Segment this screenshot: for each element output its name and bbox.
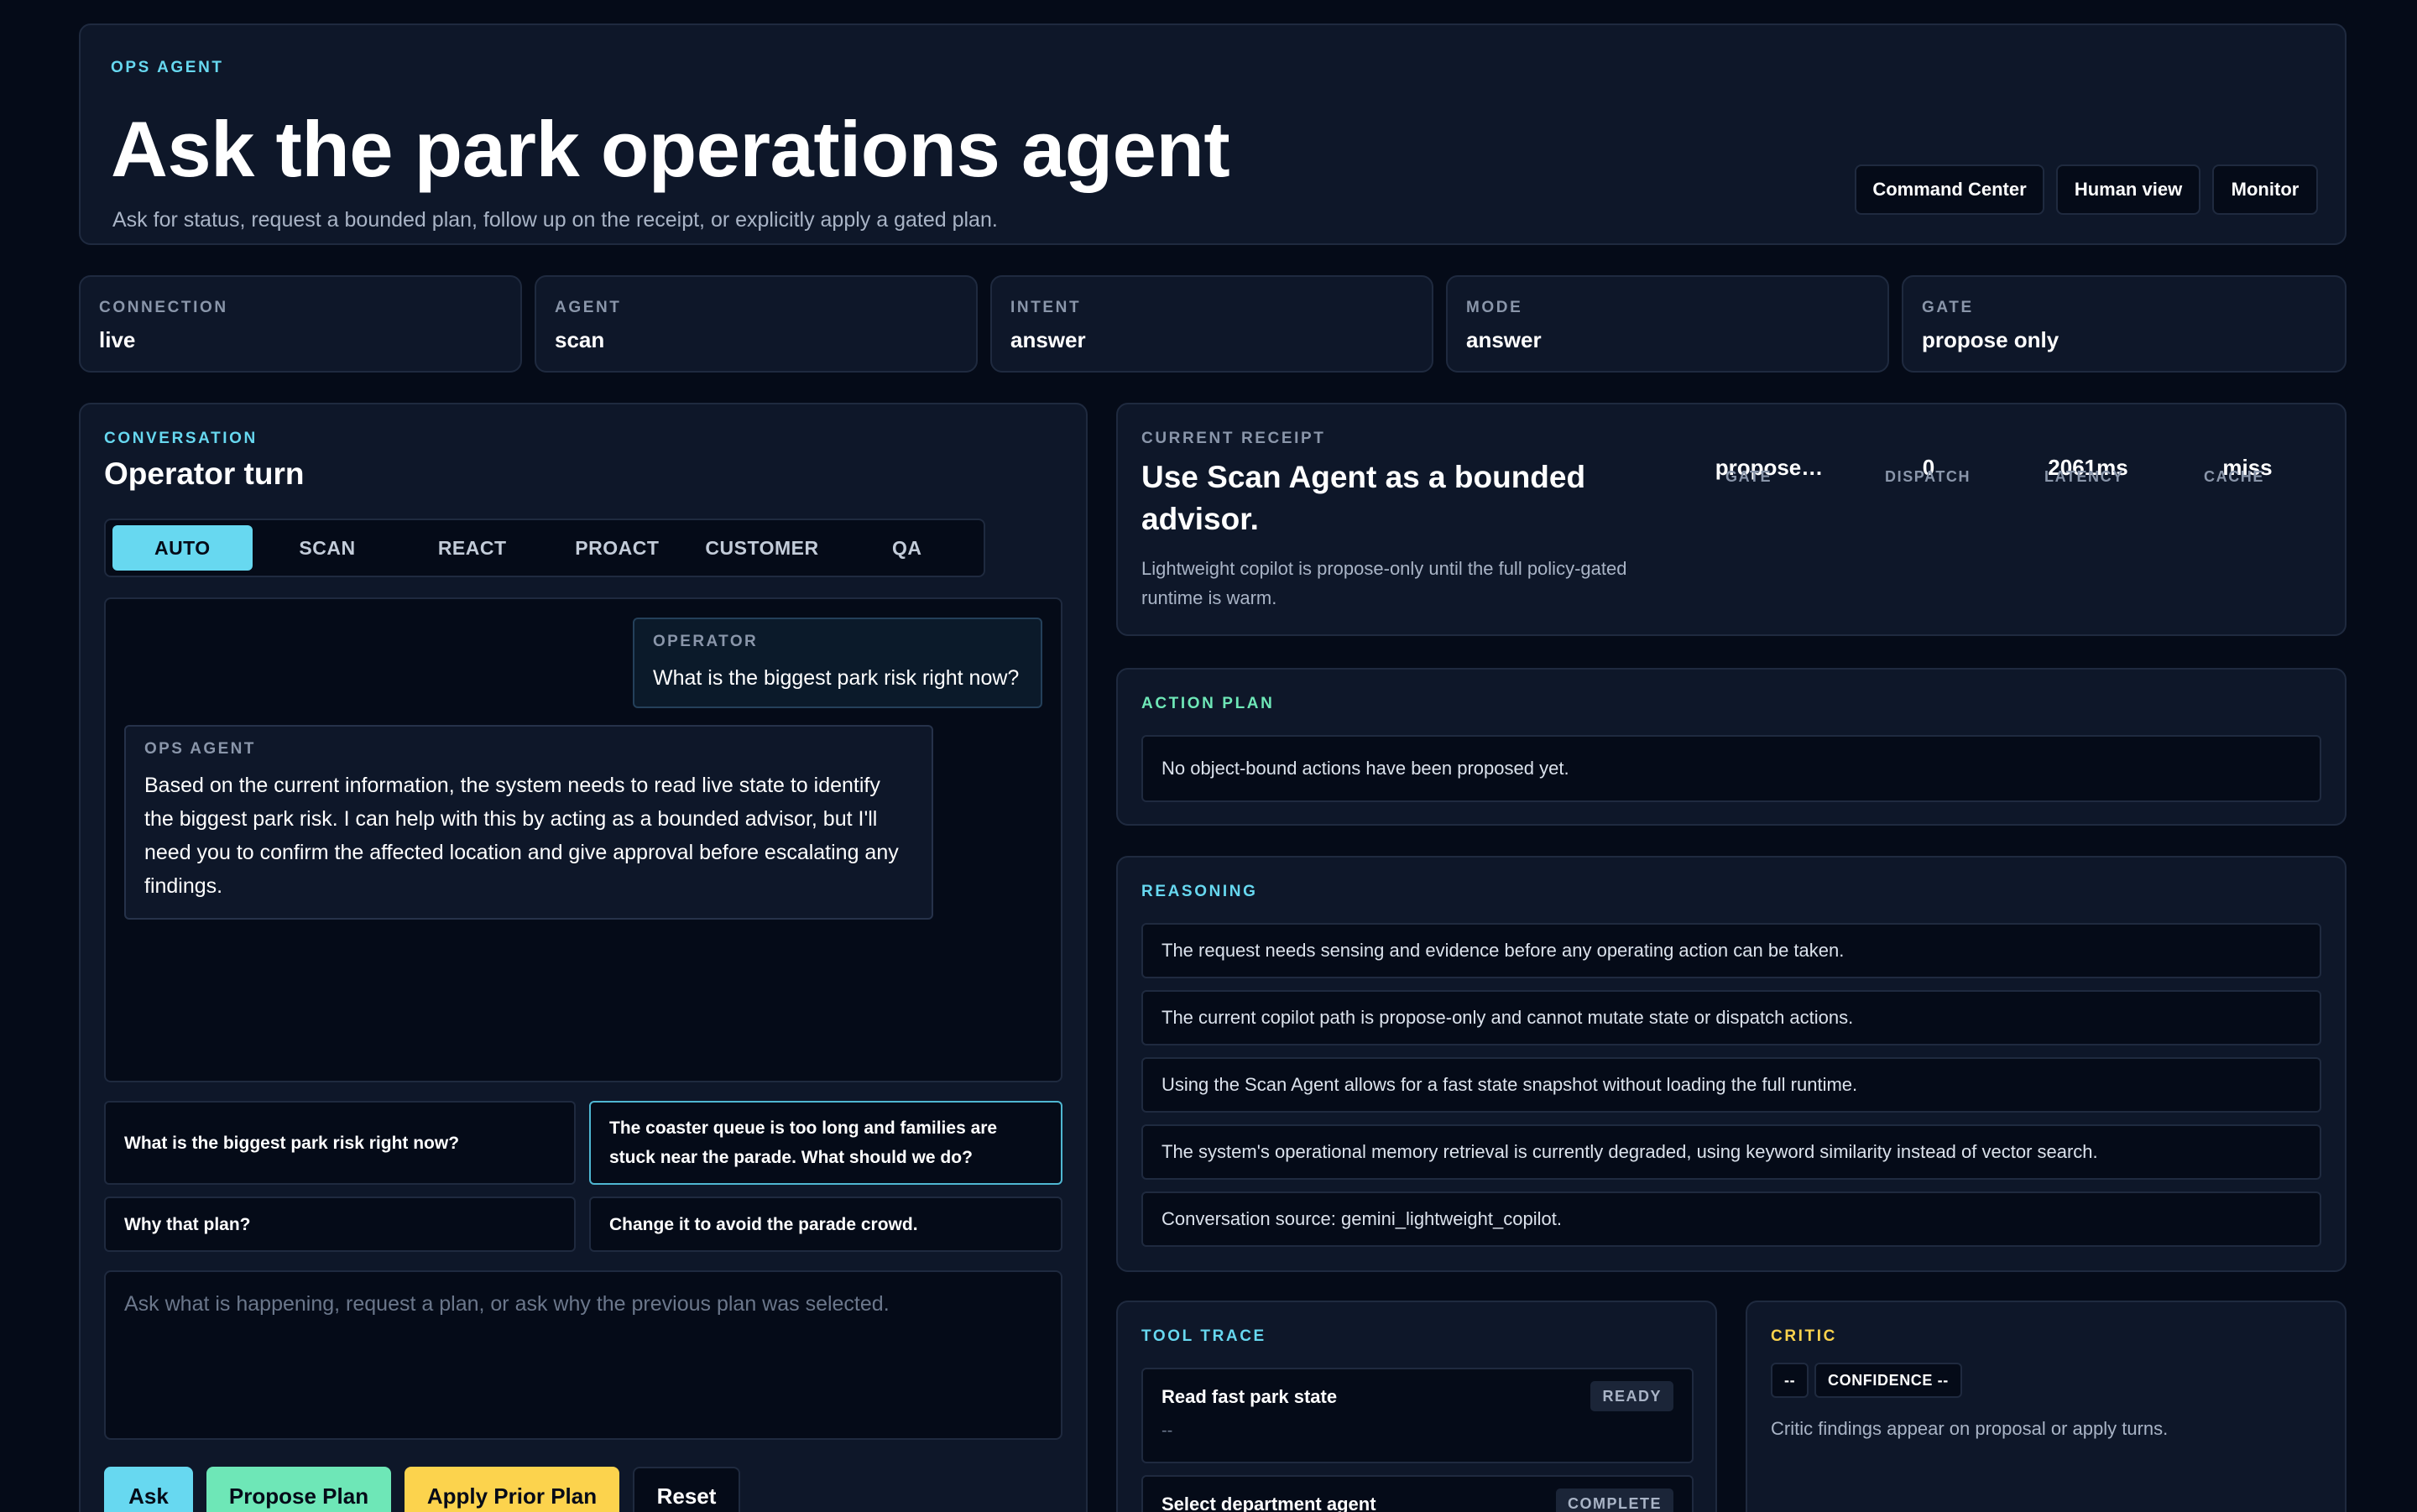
agent-tab-bar: AUTO SCAN REACT PROACT CUSTOMER QA xyxy=(104,519,985,577)
current-receipt-panel: CURRENT RECEIPT Use Scan Agent as a boun… xyxy=(1116,403,2347,636)
metric-dispatch: DISPATCH 0 xyxy=(1861,443,1996,485)
metric-gate: GATE propose… xyxy=(1702,443,1836,485)
metric-label: DISPATCH xyxy=(1885,468,1971,485)
receipt-eyebrow: CURRENT RECEIPT xyxy=(1141,430,1326,447)
stat-value: scan xyxy=(555,327,605,352)
action-plan-panel: ACTION PLAN No object-bound actions have… xyxy=(1116,668,2347,826)
reasoning-item: Using the Scan Agent allows for a fast s… xyxy=(1141,1057,2321,1113)
stat-value: answer xyxy=(1466,327,1542,352)
metric-latency: LATENCY 2061ms xyxy=(2021,443,2155,485)
suggestion-chip[interactable]: What is the biggest park risk right now? xyxy=(104,1101,576,1185)
tab-proact[interactable]: PROACT xyxy=(547,525,687,571)
command-center-button[interactable]: Command Center xyxy=(1855,164,2044,215)
conversation-eyebrow: CONVERSATION xyxy=(104,430,258,447)
chat-log[interactable]: OPERATOR What is the biggest park risk r… xyxy=(104,597,1062,1082)
stat-value: answer xyxy=(1010,327,1086,352)
monitor-button[interactable]: Monitor xyxy=(2212,164,2318,215)
tab-react[interactable]: REACT xyxy=(402,525,542,571)
action-plan-eyebrow: ACTION PLAN xyxy=(1141,695,1275,712)
message-text: What is the biggest park risk right now? xyxy=(653,666,1020,690)
reset-button[interactable]: Reset xyxy=(633,1467,740,1512)
conversation-panel: CONVERSATION Operator turn AUTO SCAN REA… xyxy=(79,403,1088,1512)
suggestion-chip[interactable]: The coaster queue is too long and famili… xyxy=(589,1101,1062,1185)
action-plan-empty: No object-bound actions have been propos… xyxy=(1141,735,2321,802)
metric-label: GATE xyxy=(1725,468,1772,485)
stat-value: live xyxy=(99,327,136,352)
stat-value: propose only xyxy=(1922,327,2059,352)
critic-verdict-chip: -- xyxy=(1771,1363,1809,1398)
metric-label: LATENCY xyxy=(2044,468,2124,485)
message-author: OPERATOR xyxy=(653,633,759,650)
stat-label: AGENT xyxy=(555,299,622,316)
critic-eyebrow: CRITIC xyxy=(1771,1327,1837,1345)
reasoning-eyebrow: REASONING xyxy=(1141,883,1258,900)
receipt-title: Use Scan Agent as a bounded advisor. xyxy=(1141,460,1586,536)
suggestion-chip[interactable]: Change it to avoid the parade crowd. xyxy=(589,1197,1062,1252)
tool-name: Select department agent xyxy=(1162,1494,1376,1512)
tool-trace-item[interactable]: Read fast park state READY -- xyxy=(1141,1368,1694,1463)
human-view-button[interactable]: Human view xyxy=(2056,164,2200,215)
stat-connection: CONNECTION live xyxy=(79,275,522,373)
tab-scan[interactable]: SCAN xyxy=(258,525,398,571)
message-author: OPS AGENT xyxy=(144,740,256,758)
message-input[interactable]: Ask what is happening, request a plan, o… xyxy=(104,1270,1062,1440)
reasoning-item: The request needs sensing and evidence b… xyxy=(1141,923,2321,978)
confidence-chip: CONFIDENCE -- xyxy=(1814,1363,1962,1398)
conversation-title: Operator turn xyxy=(104,456,305,491)
stat-mode: MODE answer xyxy=(1446,275,1889,373)
header-eyebrow: OPS AGENT xyxy=(111,59,224,76)
status-badge: COMPLETE xyxy=(1555,1489,1673,1512)
stat-gate: GATE propose only xyxy=(1902,275,2347,373)
ask-button[interactable]: Ask xyxy=(104,1467,193,1512)
reasoning-item: Conversation source: gemini_lightweight_… xyxy=(1141,1191,2321,1247)
apply-prior-plan-button[interactable]: Apply Prior Plan xyxy=(405,1467,619,1512)
message-text: Based on the current information, the sy… xyxy=(144,774,899,898)
tab-customer[interactable]: CUSTOMER xyxy=(692,525,833,571)
critic-panel: CRITIC -- CONFIDENCE -- Critic findings … xyxy=(1746,1301,2347,1512)
page-subtitle: Ask for status, request a bounded plan, … xyxy=(112,208,998,232)
agent-message: OPS AGENT Based on the current informati… xyxy=(124,725,933,920)
stat-label: MODE xyxy=(1466,299,1523,316)
tool-name: Read fast park state xyxy=(1162,1386,1338,1407)
propose-plan-button[interactable]: Propose Plan xyxy=(206,1467,391,1512)
operator-message: OPERATOR What is the biggest park risk r… xyxy=(633,618,1042,708)
suggestion-chip[interactable]: Why that plan? xyxy=(104,1197,576,1252)
receipt-description: Lightweight copilot is propose-only unti… xyxy=(1141,558,1627,608)
stat-label: CONNECTION xyxy=(99,299,228,316)
tool-detail: -- xyxy=(1162,1421,1173,1440)
reasoning-item: The system's operational memory retrieva… xyxy=(1141,1124,2321,1180)
tab-auto[interactable]: AUTO xyxy=(112,525,253,571)
tab-qa[interactable]: QA xyxy=(837,525,977,571)
reasoning-panel: REASONING The request needs sensing and … xyxy=(1116,856,2347,1272)
metric-cache: CACHE miss xyxy=(2180,443,2315,485)
reasoning-item: The current copilot path is propose-only… xyxy=(1141,990,2321,1045)
metric-label: CACHE xyxy=(2204,468,2265,485)
tool-trace-panel: TOOL TRACE Read fast park state READY --… xyxy=(1116,1301,1717,1512)
tool-trace-eyebrow: TOOL TRACE xyxy=(1141,1327,1266,1345)
page-title: Ask the park operations agent xyxy=(111,105,1230,193)
stat-label: GATE xyxy=(1922,299,1974,316)
stat-intent: INTENT answer xyxy=(990,275,1433,373)
tool-trace-item[interactable]: Select department agent COMPLETE xyxy=(1141,1475,1694,1512)
page-header: OPS AGENT Ask the park operations agent … xyxy=(79,23,2347,245)
critic-note: Critic findings appear on proposal or ap… xyxy=(1771,1418,2169,1439)
stat-label: INTENT xyxy=(1010,299,1082,316)
stat-agent: AGENT scan xyxy=(535,275,978,373)
status-badge: READY xyxy=(1590,1381,1673,1411)
